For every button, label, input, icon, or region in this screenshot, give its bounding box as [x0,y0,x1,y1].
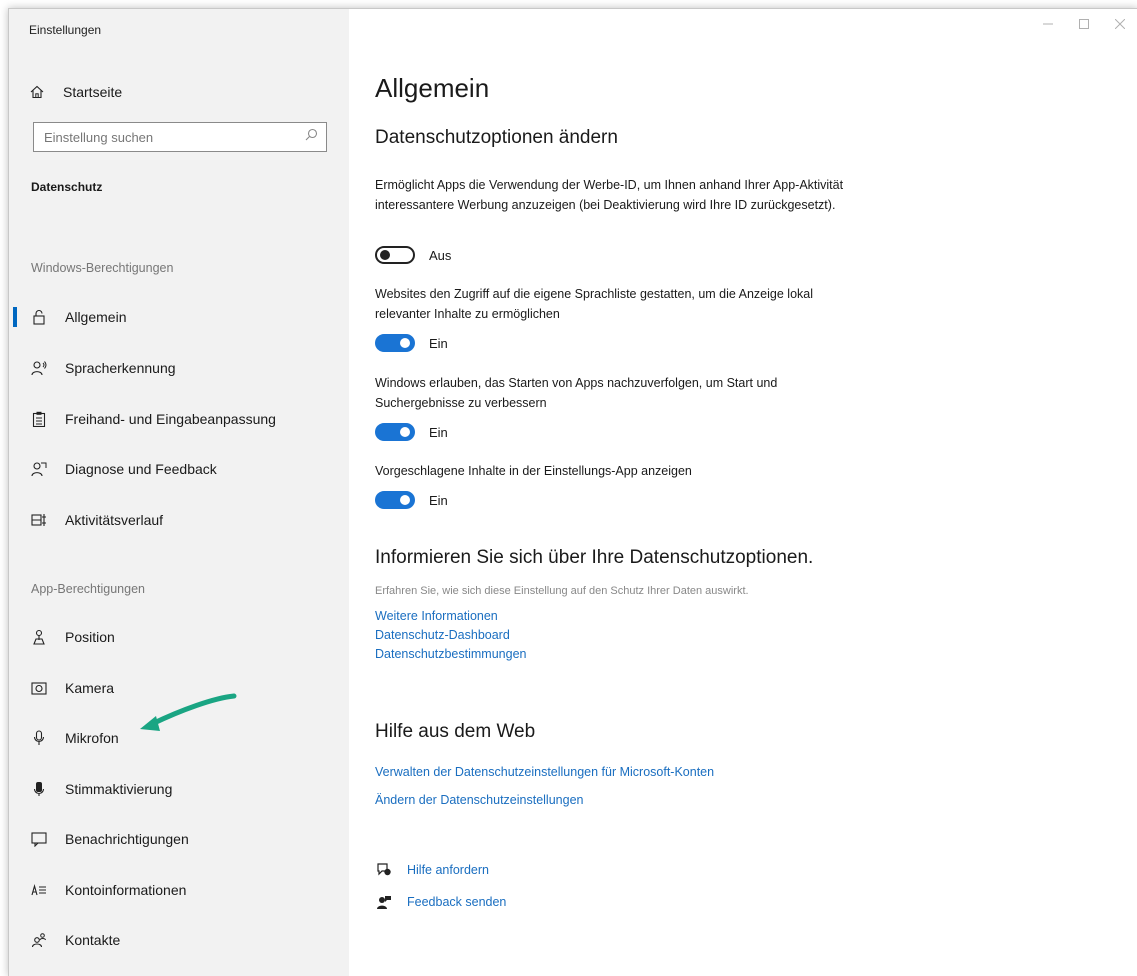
toggle-switch[interactable] [375,423,415,441]
sidebar-item-label: Aktivitätsverlauf [65,512,164,528]
sidebar-item-label: Diagnose und Feedback [65,461,217,477]
camera-icon [31,680,47,696]
sidebar-item-label: Stimmaktivierung [65,781,173,797]
toggle-state-label: Ein [429,335,448,351]
sidebar-item-label: Freihand- und Eingabeanpassung [65,411,276,427]
sidebar-item-allgemein[interactable]: Allgemein [9,297,349,337]
sidebar-item-label: Kontoinformationen [65,882,187,898]
microphone-icon [31,730,47,746]
notifications-icon [31,831,47,847]
window-controls [1030,9,1137,39]
sidebar-item-label: Allgemein [65,309,127,325]
maximize-icon [1079,19,1089,29]
speech-icon [31,360,47,376]
get-help-icon [375,863,393,877]
group-windows-permissions: Windows-Berechtigungen [31,261,174,275]
sidebar-item-label: Spracherkennung [65,360,176,376]
toggle-switch[interactable] [375,334,415,352]
search-box[interactable] [33,122,327,152]
feedback-icon [375,894,393,910]
location-icon [31,629,47,645]
toggle-state-label: Ein [429,492,448,508]
sidebar-item-label: Kamera [65,680,115,696]
info-text: Erfahren Sie, wie sich diese Einstellung… [375,585,749,597]
feedback-label: Feedback senden [407,895,507,909]
settings-window: Einstellungen Startseite Datenschutz Win… [8,8,1137,976]
sidebar-item-benachrichtigungen[interactable]: Benachrichtigungen [9,819,349,859]
sidebar-item-label: Mikrofon [65,730,119,746]
link-privacy-statement[interactable]: Datenschutzbestimmungen [375,647,526,661]
sidebar-item-label: Kontakte [65,932,121,948]
sidebar-item-aktivitaetsverlauf[interactable]: Aktivitätsverlauf [9,500,349,540]
voice-activation-icon [31,781,47,797]
diagnostics-icon [31,461,47,477]
sidebar-item-kontoinformationen[interactable]: Kontoinformationen [9,870,349,910]
link-privacy-dashboard[interactable]: Datenschutz-Dashboard [375,628,510,642]
web-help-title: Hilfe aus dem Web [375,721,536,742]
timeline-icon [31,512,47,528]
feedback-link[interactable]: Feedback senden [375,894,506,910]
lock-icon [31,309,47,325]
close-icon [1115,19,1125,29]
get-help-label: Hilfe anfordern [407,863,489,877]
sidebar-item-spracherkennung[interactable]: Spracherkennung [9,348,349,388]
group-app-permissions: App-Berechtigungen [31,582,145,596]
option-description: Vorgeschlagene Inhalte in der Einstellun… [375,464,692,478]
search-icon[interactable] [305,128,318,146]
clipboard-icon [31,411,47,427]
toggle-switch[interactable] [375,246,415,264]
sidebar-item-stimmaktivierung[interactable]: Stimmaktivierung [9,769,349,809]
info-title: Informieren Sie sich über Ihre Datenschu… [375,547,814,568]
link-more-info[interactable]: Weitere Informationen [375,609,498,623]
page-title: Allgemein [375,73,490,103]
toggle-switch[interactable] [375,491,415,509]
maximize-button[interactable] [1066,9,1102,39]
section-title: Datenschutzoptionen ändern [375,127,618,148]
option-description: Ermöglicht Apps die Verwendung der Werbe… [375,178,844,212]
sidebar-item-diagnose[interactable]: Diagnose und Feedback [9,449,349,489]
sidebar-item-kontakte[interactable]: Kontakte [9,920,349,960]
link-change-privacy-settings[interactable]: Ändern der Datenschutzeinstellungen [375,793,583,807]
window-title: Einstellungen [29,23,102,37]
annotation-arrow [140,693,237,731]
search-input[interactable] [42,128,305,146]
minimize-icon [1043,23,1053,25]
home-label: Startseite [63,84,123,100]
app-launch-tracking-toggle[interactable]: Ein [375,423,448,441]
sidebar: Einstellungen Startseite Datenschutz Win… [9,9,349,976]
suggested-content-toggle[interactable]: Ein [375,491,448,509]
sidebar-item-freihand[interactable]: Freihand- und Eingabeanpassung [9,399,349,439]
sidebar-item-label: Benachrichtigungen [65,831,189,847]
home-icon [29,84,45,100]
option-description: Websites den Zugriff auf die eigene Spra… [375,287,814,321]
link-manage-ms-account-privacy[interactable]: Verwalten der Datenschutzeinstellungen f… [375,765,714,779]
option-description: Windows erlauben, das Starten von Apps n… [375,376,778,410]
category-title: Datenschutz [31,180,103,194]
advertising-id-toggle[interactable]: Aus [375,246,451,264]
toggle-state-label: Ein [429,424,448,440]
home-link[interactable]: Startseite [29,81,122,103]
sidebar-item-position[interactable]: Position [9,617,349,657]
close-button[interactable] [1102,9,1137,39]
account-info-icon [31,882,47,898]
contacts-icon [31,932,47,948]
sidebar-item-label: Position [65,629,115,645]
get-help-link[interactable]: Hilfe anfordern [375,863,489,877]
minimize-button[interactable] [1030,9,1066,39]
language-list-toggle[interactable]: Ein [375,334,448,352]
toggle-state-label: Aus [429,247,452,263]
